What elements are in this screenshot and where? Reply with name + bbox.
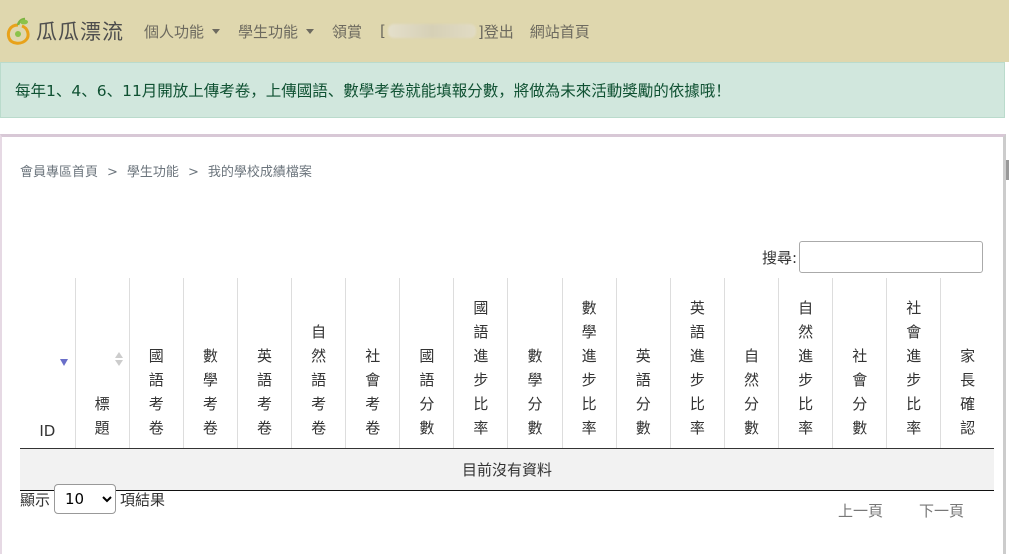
info-alert: 每年1、4、6、11月開放上傳考卷，上傳國語、數學考卷就能填報分數，將做為未來活… xyxy=(0,62,1005,118)
nav-menu: 個人功能 學生功能 領賞 [ student0001 ]登出 網站首頁 xyxy=(144,21,608,42)
sortable-icon xyxy=(114,352,123,366)
logout-label: ]登出 xyxy=(477,22,514,41)
column-header-label: 自然語考卷 xyxy=(311,323,327,437)
column-header-english-score: 英語分數 xyxy=(615,278,671,449)
column-header-social-progress: 社會進步比率 xyxy=(886,278,941,449)
column-header-social-score: 社會分數 xyxy=(832,278,887,449)
column-header-label: ID xyxy=(39,422,56,440)
column-header-chinese-score: 國語分數 xyxy=(399,278,454,449)
grades-table: ID 標題 國語考卷 數學考卷 英語考卷 自然語考卷 社會考卷 國語分數 國語進… xyxy=(20,278,994,491)
column-header-parent-confirm: 家長確認 xyxy=(940,278,994,449)
column-header-math-paper: 數學考卷 xyxy=(182,278,238,449)
breadcrumb-separator: > xyxy=(187,165,199,180)
column-header-label: 英語進步比率 xyxy=(689,299,705,437)
column-header-english-paper: 英語考卷 xyxy=(236,278,292,449)
pagination: 上一頁 下一頁 xyxy=(838,500,1000,521)
column-header-label: 數學進步比率 xyxy=(581,299,597,437)
alert-text: 每年1、4、6、11月開放上傳考卷，上傳國語、數學考卷就能填報分數，將做為未來活… xyxy=(15,82,731,100)
brand[interactable]: 瓜瓜漂流 xyxy=(4,16,124,46)
brand-name: 瓜瓜漂流 xyxy=(36,20,124,44)
next-page-button[interactable]: 下一頁 xyxy=(919,500,964,521)
nav-home-link[interactable]: 網站首頁 xyxy=(530,21,590,42)
column-header-science-paper: 自然語考卷 xyxy=(291,278,346,449)
column-header-math-score: 數學分數 xyxy=(507,278,563,449)
column-header-label: 社會考卷 xyxy=(365,347,381,437)
column-header-social-paper: 社會考卷 xyxy=(345,278,400,449)
table-empty-row: 目前沒有資料 xyxy=(20,448,994,491)
column-header-label: 英語分數 xyxy=(635,347,651,437)
column-header-science-score: 自然分數 xyxy=(723,278,779,449)
column-header-chinese-progress: 國語進步比率 xyxy=(453,278,508,449)
caret-down-icon xyxy=(212,28,221,34)
table-search: 搜尋: xyxy=(762,241,984,273)
nav-personal-menu[interactable]: 個人功能 xyxy=(144,21,221,42)
breadcrumb-student-functions[interactable]: 學生功能 xyxy=(127,165,179,180)
page-length-control: 顯示 10 項結果 xyxy=(20,484,165,514)
column-header-english-progress: 英語進步比率 xyxy=(669,278,725,449)
nav-student-menu[interactable]: 學生功能 xyxy=(238,21,315,42)
column-header-label: 家長確認 xyxy=(960,347,976,437)
column-header-label: 國語考卷 xyxy=(148,347,164,437)
column-header-math-progress: 數學進步比率 xyxy=(561,278,617,449)
column-header-id[interactable]: ID xyxy=(20,278,76,449)
nav-personal-label: 個人功能 xyxy=(144,22,205,41)
column-header-science-progress: 自然進步比率 xyxy=(778,278,833,449)
empty-table-message: 目前沒有資料 xyxy=(20,448,994,491)
search-label: 搜尋: xyxy=(762,248,798,267)
column-header-label: 自然進步比率 xyxy=(798,299,814,437)
previous-page-button[interactable]: 上一頁 xyxy=(838,500,883,521)
column-header-label: 數學分數 xyxy=(527,347,543,437)
melon-logo-icon xyxy=(6,17,30,45)
nav-reward-label: 領賞 xyxy=(332,22,363,41)
table-header-row: ID 標題 國語考卷 數學考卷 英語考卷 自然語考卷 社會考卷 國語分數 國語進… xyxy=(20,278,994,449)
page-length-select[interactable]: 10 xyxy=(54,484,117,514)
column-header-label: 數學考卷 xyxy=(202,347,218,437)
caret-down-icon xyxy=(306,28,315,34)
nav-reward-link[interactable]: 領賞 xyxy=(332,21,362,42)
nav-logout-link[interactable]: [ student0001 ]登出 xyxy=(380,21,514,42)
username-blurred: student0001 xyxy=(387,24,476,38)
column-header-label: 國語分數 xyxy=(419,347,435,437)
breadcrumb: 會員專區首頁 > 學生功能 > 我的學校成績檔案 xyxy=(20,161,312,180)
nav-student-label: 學生功能 xyxy=(238,22,299,41)
top-navbar: 瓜瓜漂流 個人功能 學生功能 領賞 [ student0001 ]登出 網站首頁 xyxy=(0,0,1009,62)
content-panel: 會員專區首頁 > 學生功能 > 我的學校成績檔案 搜尋: ID 標題 國語考卷 … xyxy=(0,134,1006,554)
sort-descending-icon xyxy=(60,359,68,366)
nav-home-label: 網站首頁 xyxy=(529,22,590,41)
length-suffix: 項結果 xyxy=(120,490,166,509)
search-input[interactable] xyxy=(799,241,984,273)
breadcrumb-separator: > xyxy=(107,165,118,180)
column-header-chinese-paper: 國語考卷 xyxy=(128,278,184,449)
length-prefix: 顯示 xyxy=(20,490,51,509)
column-header-label: 社會進步比率 xyxy=(906,299,922,437)
column-header-label: 標題 xyxy=(94,395,110,437)
column-header-label: 國語進步比率 xyxy=(473,299,489,437)
column-header-label: 自然分數 xyxy=(743,347,759,437)
login-bracket-open: [ xyxy=(380,22,386,40)
column-header-label: 社會分數 xyxy=(852,347,868,437)
column-header-title[interactable]: 標題 xyxy=(74,278,130,449)
column-header-label: 英語考卷 xyxy=(256,347,272,437)
breadcrumb-current-page: 我的學校成績檔案 xyxy=(207,165,312,180)
breadcrumb-member-home[interactable]: 會員專區首頁 xyxy=(20,165,98,180)
